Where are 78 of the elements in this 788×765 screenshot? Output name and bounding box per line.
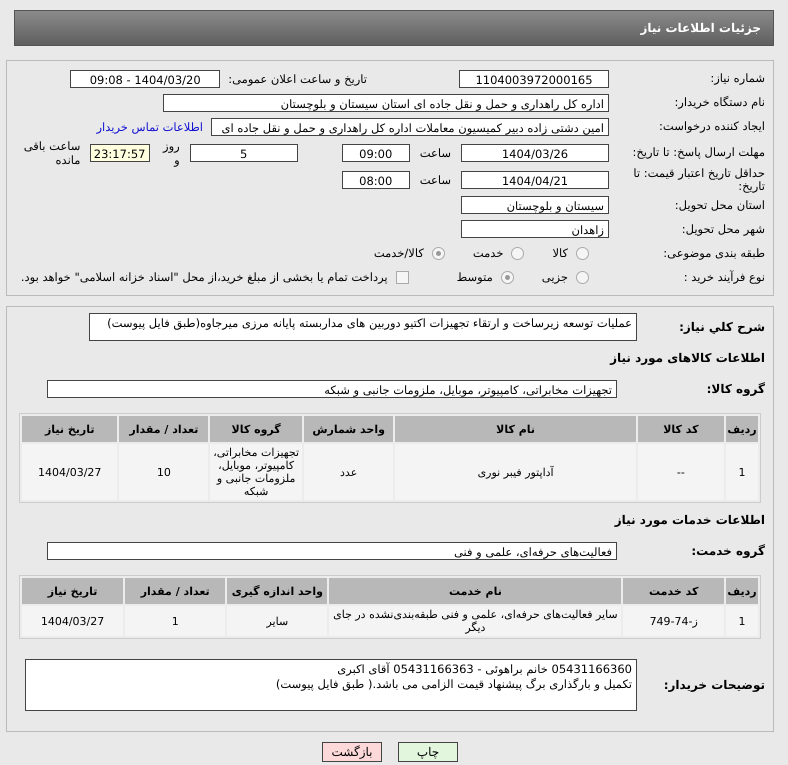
time-field: 08:00: [342, 171, 410, 190]
field-label: گروه خدمت:: [690, 544, 765, 558]
field-label: حداقل تاریخ اعتبار قیمت: تا تاریخ:: [632, 167, 765, 194]
checkbox-label: پرداخت تمام یا بخشی از مبلغ خرید،از محل "اسناد خزانه اسلامی" خواهد بود.: [20, 270, 388, 284]
date-field: 1404/04/21: [461, 171, 609, 190]
section-title: اطلاعات کالاهای مورد نیاز: [608, 351, 765, 366]
time-field: 09:00: [342, 144, 410, 162]
time-label: ساعت: [420, 146, 451, 160]
column-header: ردیف: [726, 416, 758, 442]
table-cell: 1404/03/27: [22, 606, 124, 636]
need-number-field: 1104003972000165: [459, 70, 609, 88]
table-cell: سایر فعالیت‌های حرفه‌ای، علمی و فنی طبقه‌بندی‌نشده در جای دیگر: [329, 606, 622, 636]
field-label: شهر محل تحویل:: [680, 222, 765, 236]
field-label: توضیحات خریدار:: [662, 678, 765, 692]
remaining-time-field: 23:17:57: [90, 144, 150, 162]
column-header: نام خدمت: [329, 578, 622, 604]
province-field: سیستان و بلوچستان: [461, 196, 609, 214]
column-header: ردیف: [726, 578, 758, 604]
column-header: تاریخ نیاز: [22, 416, 118, 442]
table-cell: عدد: [304, 444, 394, 500]
field-label: طبقه بندی موضوعی:: [662, 246, 765, 260]
radio-label: متوسط: [456, 270, 493, 284]
table-cell: آداپتور فیبر نوری: [395, 444, 636, 500]
radio-button[interactable]: [500, 270, 514, 284]
table-cell: ز-74-749: [623, 606, 724, 636]
description-field: عملیات توسعه زیرساخت و ارتقاء تجهیزات اکتیو دوربین های مداربسته پایانه مرزی میرجاوه(طبق فایل پیوست): [89, 313, 637, 342]
radio-label: کالا: [552, 246, 568, 260]
table-cell: 1: [726, 444, 758, 500]
back-button[interactable]: بازگشت: [322, 742, 382, 762]
buyer-org-field: اداره کل راهداری و حمل و نقل جاده ای استان سیستان و بلوچستان: [163, 94, 609, 112]
field-label: مهلت ارسال پاسخ: تا تاریخ:: [631, 146, 765, 160]
field-label: شماره نیاز:: [709, 72, 765, 86]
time-label: ساعت: [420, 173, 451, 188]
column-header: تاریخ نیاز: [22, 578, 124, 604]
buyer-notes-field: 05431166360 خانم براهوئی - 05431166363 آقای اکبری تکمیل و بارگذاری برگ پیشنهاد قیمت الزامی می باشد.( طبق فایل پیوست): [25, 659, 637, 712]
goods-group-field: تجهیزات مخابراتی، کامپیوتر، موبایل، ملزومات جانبی و شبکه: [47, 380, 617, 398]
print-button[interactable]: چاپ: [398, 742, 458, 762]
table-cell: --: [638, 444, 724, 500]
requester-field: امین دشتی زاده دبیر کمیسیون معاملات اداره کل راهداری و حمل و نقل جاده ای: [211, 118, 609, 136]
table-cell: تجهیزات مخابراتی، کامپیوتر، موبایل، ملزومات جانبی و شبکه: [210, 444, 302, 500]
table-cell: 1: [726, 606, 758, 636]
field-label: نام دستگاه خریدار:: [673, 96, 765, 110]
radio-button[interactable]: [432, 246, 445, 260]
table-cell: 1: [125, 606, 226, 636]
checkbox[interactable]: [396, 270, 409, 284]
column-header: گروه کالا: [210, 416, 302, 442]
radio-label: کالا/خدمت: [374, 246, 424, 260]
field-label: تاریخ و ساعت اعلان عمومی:: [228, 72, 367, 86]
table-cell: 10: [119, 444, 208, 500]
table-cell: سایر: [227, 606, 328, 636]
field-label: نوع فرآیند خرید :: [682, 270, 765, 284]
field-label: شرح کلي نياز:: [678, 320, 765, 334]
city-field: زاهدان: [461, 220, 609, 238]
column-header: واحد اندازه گیری: [227, 578, 328, 604]
remaining-label: ساعت باقی مانده: [22, 139, 80, 167]
field-label: استان محل تحویل:: [674, 198, 765, 212]
service-group-field: فعالیت‌های حرفه‌ای، علمی و فنی: [47, 542, 617, 560]
days-label: روز و: [162, 139, 180, 167]
column-header: واحد شمارش: [304, 416, 394, 442]
radio-button[interactable]: [576, 246, 589, 260]
radio-button[interactable]: [511, 246, 524, 260]
column-header: تعداد / مقدار: [119, 416, 208, 442]
column-header: تعداد / مقدار: [125, 578, 226, 604]
days-field: 5: [190, 144, 298, 162]
announce-date-field: 1404/03/20 - 09:08: [70, 70, 220, 88]
page-title: جزئیات اطلاعات نیاز: [640, 21, 761, 35]
column-header: کد خدمت: [623, 578, 724, 604]
column-header: نام کالا: [395, 416, 636, 442]
date-field: 1404/03/26: [461, 144, 609, 162]
buyer-contact-link[interactable]: اطلاعات تماس خریدار: [96, 120, 203, 134]
radio-label: خدمت: [472, 246, 504, 260]
section-title: اطلاعات خدمات مورد نیاز: [613, 513, 765, 528]
table-cell: 1404/03/27: [22, 444, 118, 500]
radio-button[interactable]: [576, 270, 589, 284]
column-header: کد کالا: [638, 416, 724, 442]
radio-label: جزیی: [542, 270, 568, 284]
field-label: ایجاد کننده درخواست:: [658, 120, 765, 134]
field-label: گروه کالا:: [706, 382, 765, 396]
